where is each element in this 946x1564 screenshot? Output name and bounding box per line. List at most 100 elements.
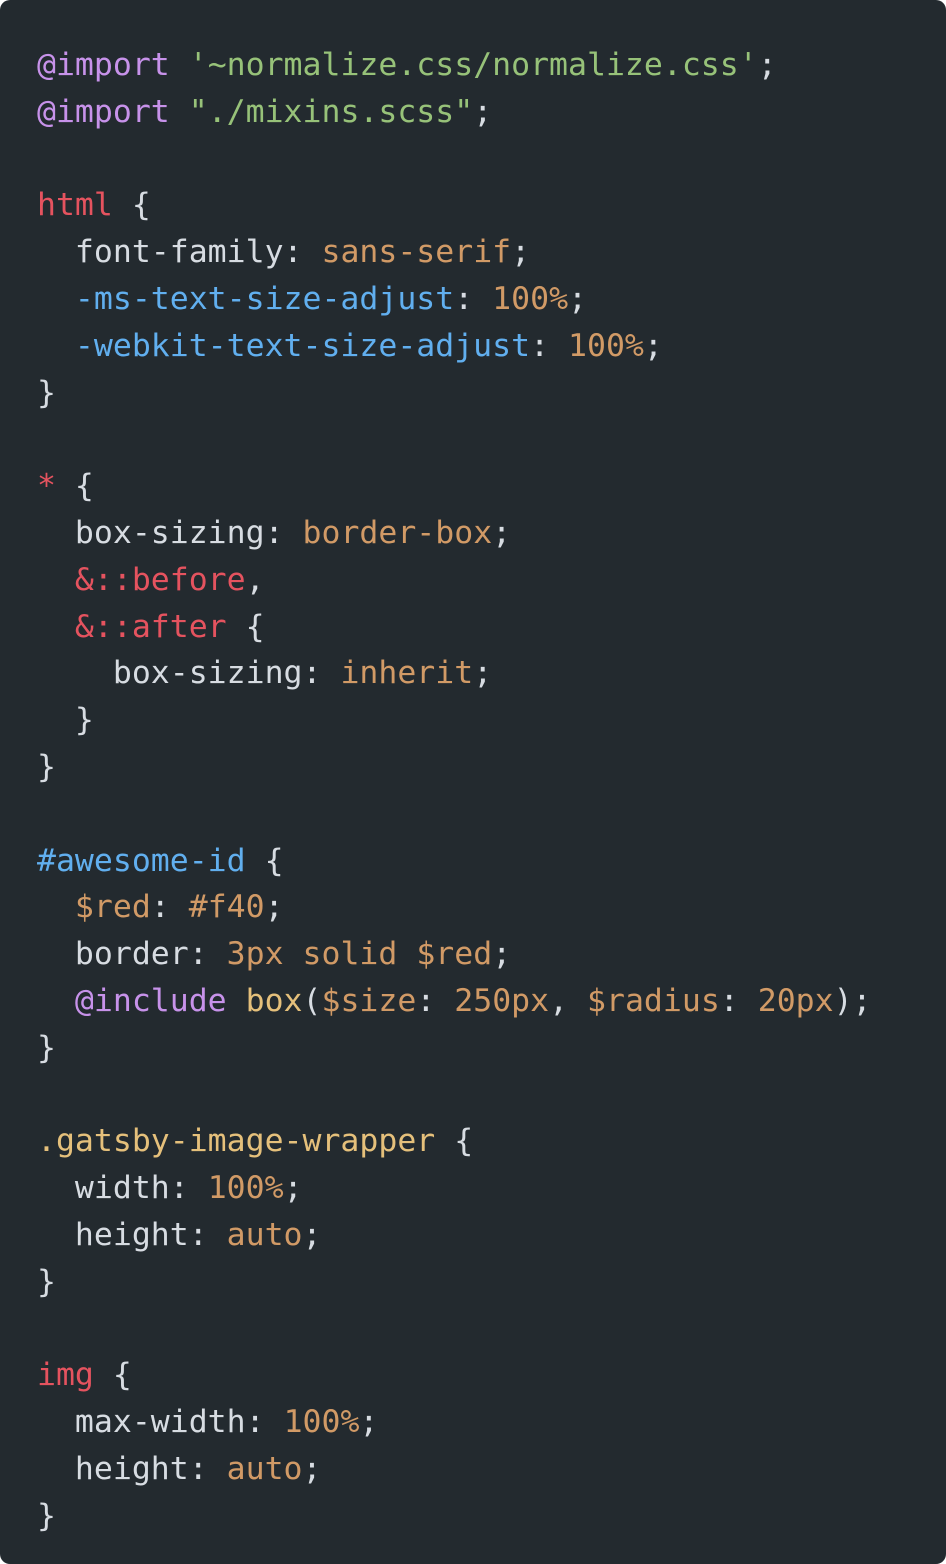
code-token-selector: &::after	[37, 608, 227, 645]
code-token-punctuation: :	[188, 936, 227, 973]
code-token-punctuation: }	[37, 748, 56, 785]
code-token-property: max-width	[37, 1404, 246, 1441]
code-token-value: #f40	[188, 889, 265, 926]
code-token-property: height	[37, 1450, 189, 1487]
code-token-punctuation: }	[37, 374, 56, 411]
code-token-at-rule: @import	[37, 93, 170, 130]
code-token-punctuation: ;	[568, 280, 587, 317]
code-line: width: 100%;	[37, 1165, 946, 1212]
code-token-punctuation: :	[283, 234, 322, 271]
scss-code: @import '~normalize.css/normalize.css'; @…	[37, 42, 946, 1540]
code-token-default	[227, 983, 246, 1019]
code-token-punctuation: {	[55, 468, 94, 505]
code-token-punctuation: {	[245, 842, 284, 879]
code-line: }	[37, 697, 946, 744]
code-token-id-selector: #awesome-id	[37, 842, 246, 879]
code-token-punctuation: );	[833, 982, 872, 1019]
code-token-value: 20px	[757, 982, 834, 1019]
code-token-punctuation: ;	[359, 1404, 379, 1441]
code-token-punctuation: {	[112, 187, 151, 224]
code-token-string: "./mixins.scss"	[188, 93, 474, 130]
code-line: .gatsby-image-wrapper {	[37, 1118, 946, 1165]
code-token-punctuation: :	[302, 655, 341, 692]
code-token-default	[397, 936, 416, 972]
code-line: box-sizing: inherit;	[37, 650, 946, 697]
code-block: @import '~normalize.css/normalize.css'; @…	[0, 0, 946, 1564]
code-token-punctuation: {	[435, 1123, 474, 1160]
code-line: font-family: sans-serif;	[37, 229, 946, 276]
code-line: height: auto;	[37, 1446, 946, 1493]
code-line: &::before,	[37, 557, 946, 604]
code-token-punctuation: :	[188, 1216, 227, 1253]
code-token-property: box-sizing	[37, 514, 265, 551]
code-line: height: auto;	[37, 1212, 946, 1259]
code-line: }	[37, 744, 946, 791]
code-token-punctuation: :	[719, 982, 758, 1019]
code-token-punctuation: }	[37, 1263, 56, 1300]
code-token-variable: $red	[37, 889, 151, 926]
code-token-punctuation: ,	[245, 561, 265, 598]
code-token-punctuation: {	[93, 1357, 132, 1394]
code-token-value: auto	[226, 1450, 303, 1487]
code-token-property: font-family	[37, 234, 284, 271]
code-token-punctuation: ;	[302, 1216, 322, 1253]
code-token-punctuation: :	[169, 1170, 208, 1207]
code-token-punctuation: {	[226, 608, 265, 645]
code-token-value: auto	[226, 1216, 303, 1253]
code-line: box-sizing: border-box;	[37, 510, 946, 557]
code-token-property: box-sizing	[37, 655, 303, 692]
code-token-property: height	[37, 1216, 189, 1253]
code-token-punctuation: }	[37, 1497, 56, 1534]
code-token-punctuation: :	[264, 514, 303, 551]
code-line: }	[37, 1259, 946, 1306]
code-token-punctuation: (	[302, 982, 322, 1019]
code-token-punctuation: :	[416, 982, 455, 1019]
code-line: #awesome-id {	[37, 838, 946, 885]
code-line: $red: #f40;	[37, 884, 946, 931]
code-token-at-rule: @include	[37, 982, 227, 1019]
code-line: }	[37, 1025, 946, 1072]
code-line: img {	[37, 1352, 946, 1399]
code-token-punctuation: :	[188, 1450, 227, 1487]
code-line: @import "./mixins.scss";	[37, 89, 946, 136]
code-token-punctuation: ;	[643, 327, 663, 364]
code-token-vendor-property: -ms-text-size-adjust	[37, 280, 455, 317]
code-token-value: 100%	[207, 1170, 284, 1207]
code-token-punctuation: :	[530, 327, 569, 364]
code-token-variable: $radius	[587, 982, 720, 1019]
code-token-value: 100%	[283, 1404, 360, 1441]
code-line: }	[37, 370, 946, 417]
code-token-punctuation: ;	[492, 936, 512, 973]
code-token-punctuation: ;	[473, 655, 493, 692]
code-token-property: width	[37, 1170, 170, 1207]
code-token-punctuation: :	[454, 280, 493, 317]
code-line: &::after {	[37, 604, 946, 651]
code-line: border: 3px solid $red;	[37, 931, 946, 978]
code-token-property: border	[37, 936, 189, 973]
code-token-punctuation: }	[37, 702, 94, 739]
code-line: max-width: 100%;	[37, 1399, 946, 1446]
code-line: @import '~normalize.css/normalize.css';	[37, 42, 946, 89]
code-token-punctuation: ;	[473, 93, 493, 130]
code-token-punctuation: ;	[302, 1450, 322, 1487]
code-token-selector: *	[37, 468, 56, 505]
code-token-string: '~normalize.css/normalize.css'	[188, 47, 758, 83]
code-token-punctuation: ,	[549, 982, 588, 1019]
code-token-punctuation: ;	[264, 889, 284, 926]
code-token-class-selector: box	[245, 982, 303, 1019]
code-token-default	[284, 936, 303, 972]
code-line: html {	[37, 182, 946, 229]
code-token-value: inherit	[340, 655, 474, 692]
code-line: @include box($size: 250px, $radius: 20px…	[37, 978, 946, 1025]
code-line: -ms-text-size-adjust: 100%;	[37, 276, 946, 323]
code-token-punctuation: :	[150, 889, 189, 926]
code-token-variable: $red	[416, 936, 493, 973]
code-token-value: sans-serif	[321, 234, 512, 271]
code-token-selector: &::before	[37, 561, 246, 598]
code-token-punctuation: }	[37, 1029, 56, 1066]
code-token-punctuation: ;	[511, 234, 531, 271]
code-line: -webkit-text-size-adjust: 100%;	[37, 323, 946, 370]
